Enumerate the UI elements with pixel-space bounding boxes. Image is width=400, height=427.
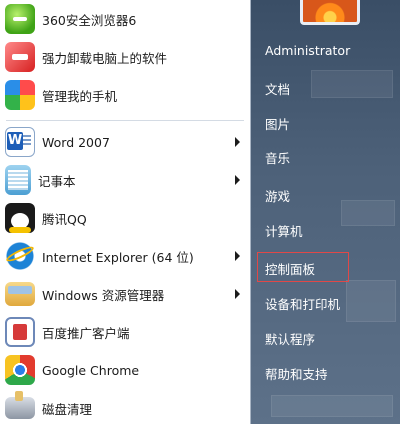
divider <box>6 120 244 121</box>
notepad-icon <box>5 165 31 195</box>
places-pane: Administrator 文档 图片 音乐 游戏 计算机 控制面板 设备和打印… <box>251 0 400 424</box>
place-pictures[interactable]: 图片 <box>265 114 290 133</box>
start-menu: 360安全浏览器6 强力卸载电脑上的软件 管理我的手机 Word 2007 记事… <box>0 0 400 424</box>
program-label: 腾讯QQ <box>42 211 87 227</box>
control-panel-highlight-box <box>257 252 349 282</box>
place-administrator[interactable]: Administrator <box>265 43 350 58</box>
program-internet-explorer[interactable]: Internet Explorer (64 位) <box>0 237 250 275</box>
submenu-arrow-icon[interactable] <box>235 289 240 299</box>
place-help-support[interactable]: 帮助和支持 <box>265 364 328 383</box>
user-avatar[interactable] <box>300 0 360 25</box>
browser-360-icon <box>5 4 35 34</box>
program-label: 百度推广客户端 <box>42 325 130 341</box>
program-baidu-client[interactable]: 百度推广客户端 <box>0 313 250 351</box>
program-uninstall[interactable]: 强力卸载电脑上的软件 <box>0 38 250 76</box>
place-devices-printers[interactable]: 设备和打印机 <box>265 294 340 313</box>
phone-manager-icon <box>5 80 35 110</box>
disk-cleanup-icon <box>5 391 35 419</box>
program-label: 管理我的手机 <box>42 88 118 104</box>
chrome-icon <box>5 355 35 385</box>
program-windows-explorer[interactable]: Windows 资源管理器 <box>0 275 250 313</box>
background-shape <box>346 280 396 322</box>
qq-icon <box>5 203 35 233</box>
program-label: Word 2007 <box>42 134 110 150</box>
background-shape <box>311 70 393 98</box>
background-shape <box>341 200 395 226</box>
submenu-arrow-icon[interactable] <box>235 251 240 261</box>
program-notepad[interactable]: 记事本 <box>0 161 250 199</box>
baidu-client-icon <box>5 317 35 347</box>
submenu-arrow-icon[interactable] <box>235 137 240 147</box>
program-google-chrome[interactable]: Google Chrome <box>0 351 250 389</box>
uninstall-icon <box>5 42 35 72</box>
place-documents[interactable]: 文档 <box>265 79 290 98</box>
program-label: 360安全浏览器6 <box>42 12 137 28</box>
place-computer[interactable]: 计算机 <box>265 221 303 240</box>
program-label: Windows 资源管理器 <box>42 287 165 303</box>
program-label: 磁盘清理 <box>42 401 93 417</box>
programs-pane: 360安全浏览器6 强力卸载电脑上的软件 管理我的手机 Word 2007 记事… <box>0 0 251 424</box>
word-icon <box>5 127 35 157</box>
explorer-icon <box>5 282 35 306</box>
program-qq[interactable]: 腾讯QQ <box>0 199 250 237</box>
ie-icon <box>5 241 35 271</box>
program-disk-cleanup[interactable]: 磁盘清理 <box>0 389 250 427</box>
place-music[interactable]: 音乐 <box>265 148 290 167</box>
program-word-2007[interactable]: Word 2007 <box>0 123 250 161</box>
place-default-programs[interactable]: 默认程序 <box>265 329 315 348</box>
program-phone-manager[interactable]: 管理我的手机 <box>0 76 250 114</box>
program-360-browser[interactable]: 360安全浏览器6 <box>0 0 250 38</box>
place-games[interactable]: 游戏 <box>265 186 290 205</box>
submenu-arrow-icon[interactable] <box>235 175 240 185</box>
background-shape <box>271 395 393 417</box>
program-label: 记事本 <box>38 173 76 189</box>
program-label: 强力卸载电脑上的软件 <box>42 50 168 66</box>
program-label: Google Chrome <box>42 362 140 378</box>
program-label: Internet Explorer (64 位) <box>42 249 194 265</box>
